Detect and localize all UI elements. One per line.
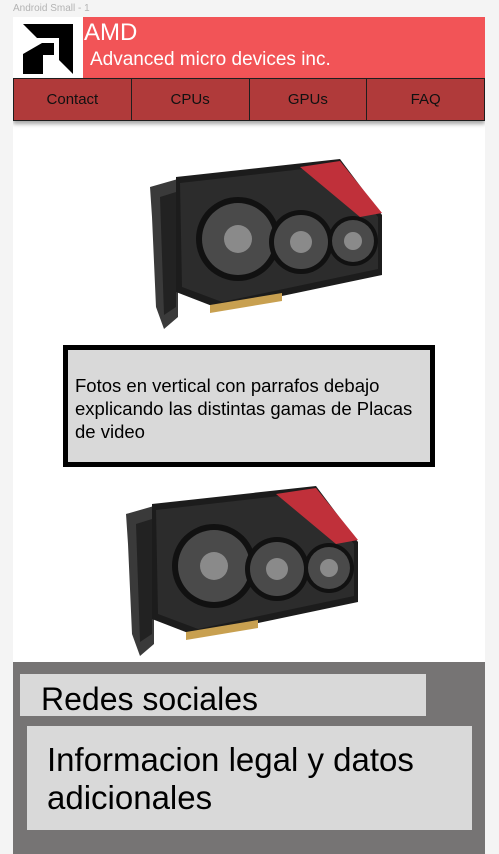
footer: Redes sociales Informacion legal y datos… <box>13 662 485 854</box>
amd-logo-icon <box>23 24 73 74</box>
brand-subtitle: Advanced micro devices inc. <box>90 49 331 70</box>
nav-faq[interactable]: FAQ <box>367 78 485 121</box>
graphics-card-image <box>150 159 382 329</box>
app-frame: AMD Advanced micro devices inc. Contact … <box>13 17 485 854</box>
social-label: Redes sociales <box>41 681 258 717</box>
social-links[interactable]: Redes sociales <box>20 674 426 717</box>
header: AMD Advanced micro devices inc. <box>13 17 485 78</box>
logo[interactable] <box>13 17 83 78</box>
nav-bar: Contact CPUs GPUs FAQ <box>13 78 485 121</box>
legal-info[interactable]: Informacion legal y datos adicionales <box>27 726 472 830</box>
legal-label: Informacion legal y datos adicionales <box>47 741 414 816</box>
frame-label: Android Small - 1 <box>13 3 90 14</box>
nav-contact[interactable]: Contact <box>13 78 132 121</box>
brand-title: AMD <box>84 19 138 46</box>
nav-cpus[interactable]: CPUs <box>131 78 250 121</box>
caption-box: Fotos en vertical con parrafos debajo ex… <box>63 345 435 467</box>
nav-gpus[interactable]: GPUs <box>249 78 368 121</box>
caption-text: Fotos en vertical con parrafos debajo ex… <box>75 375 413 442</box>
graphics-card-image <box>126 486 358 656</box>
